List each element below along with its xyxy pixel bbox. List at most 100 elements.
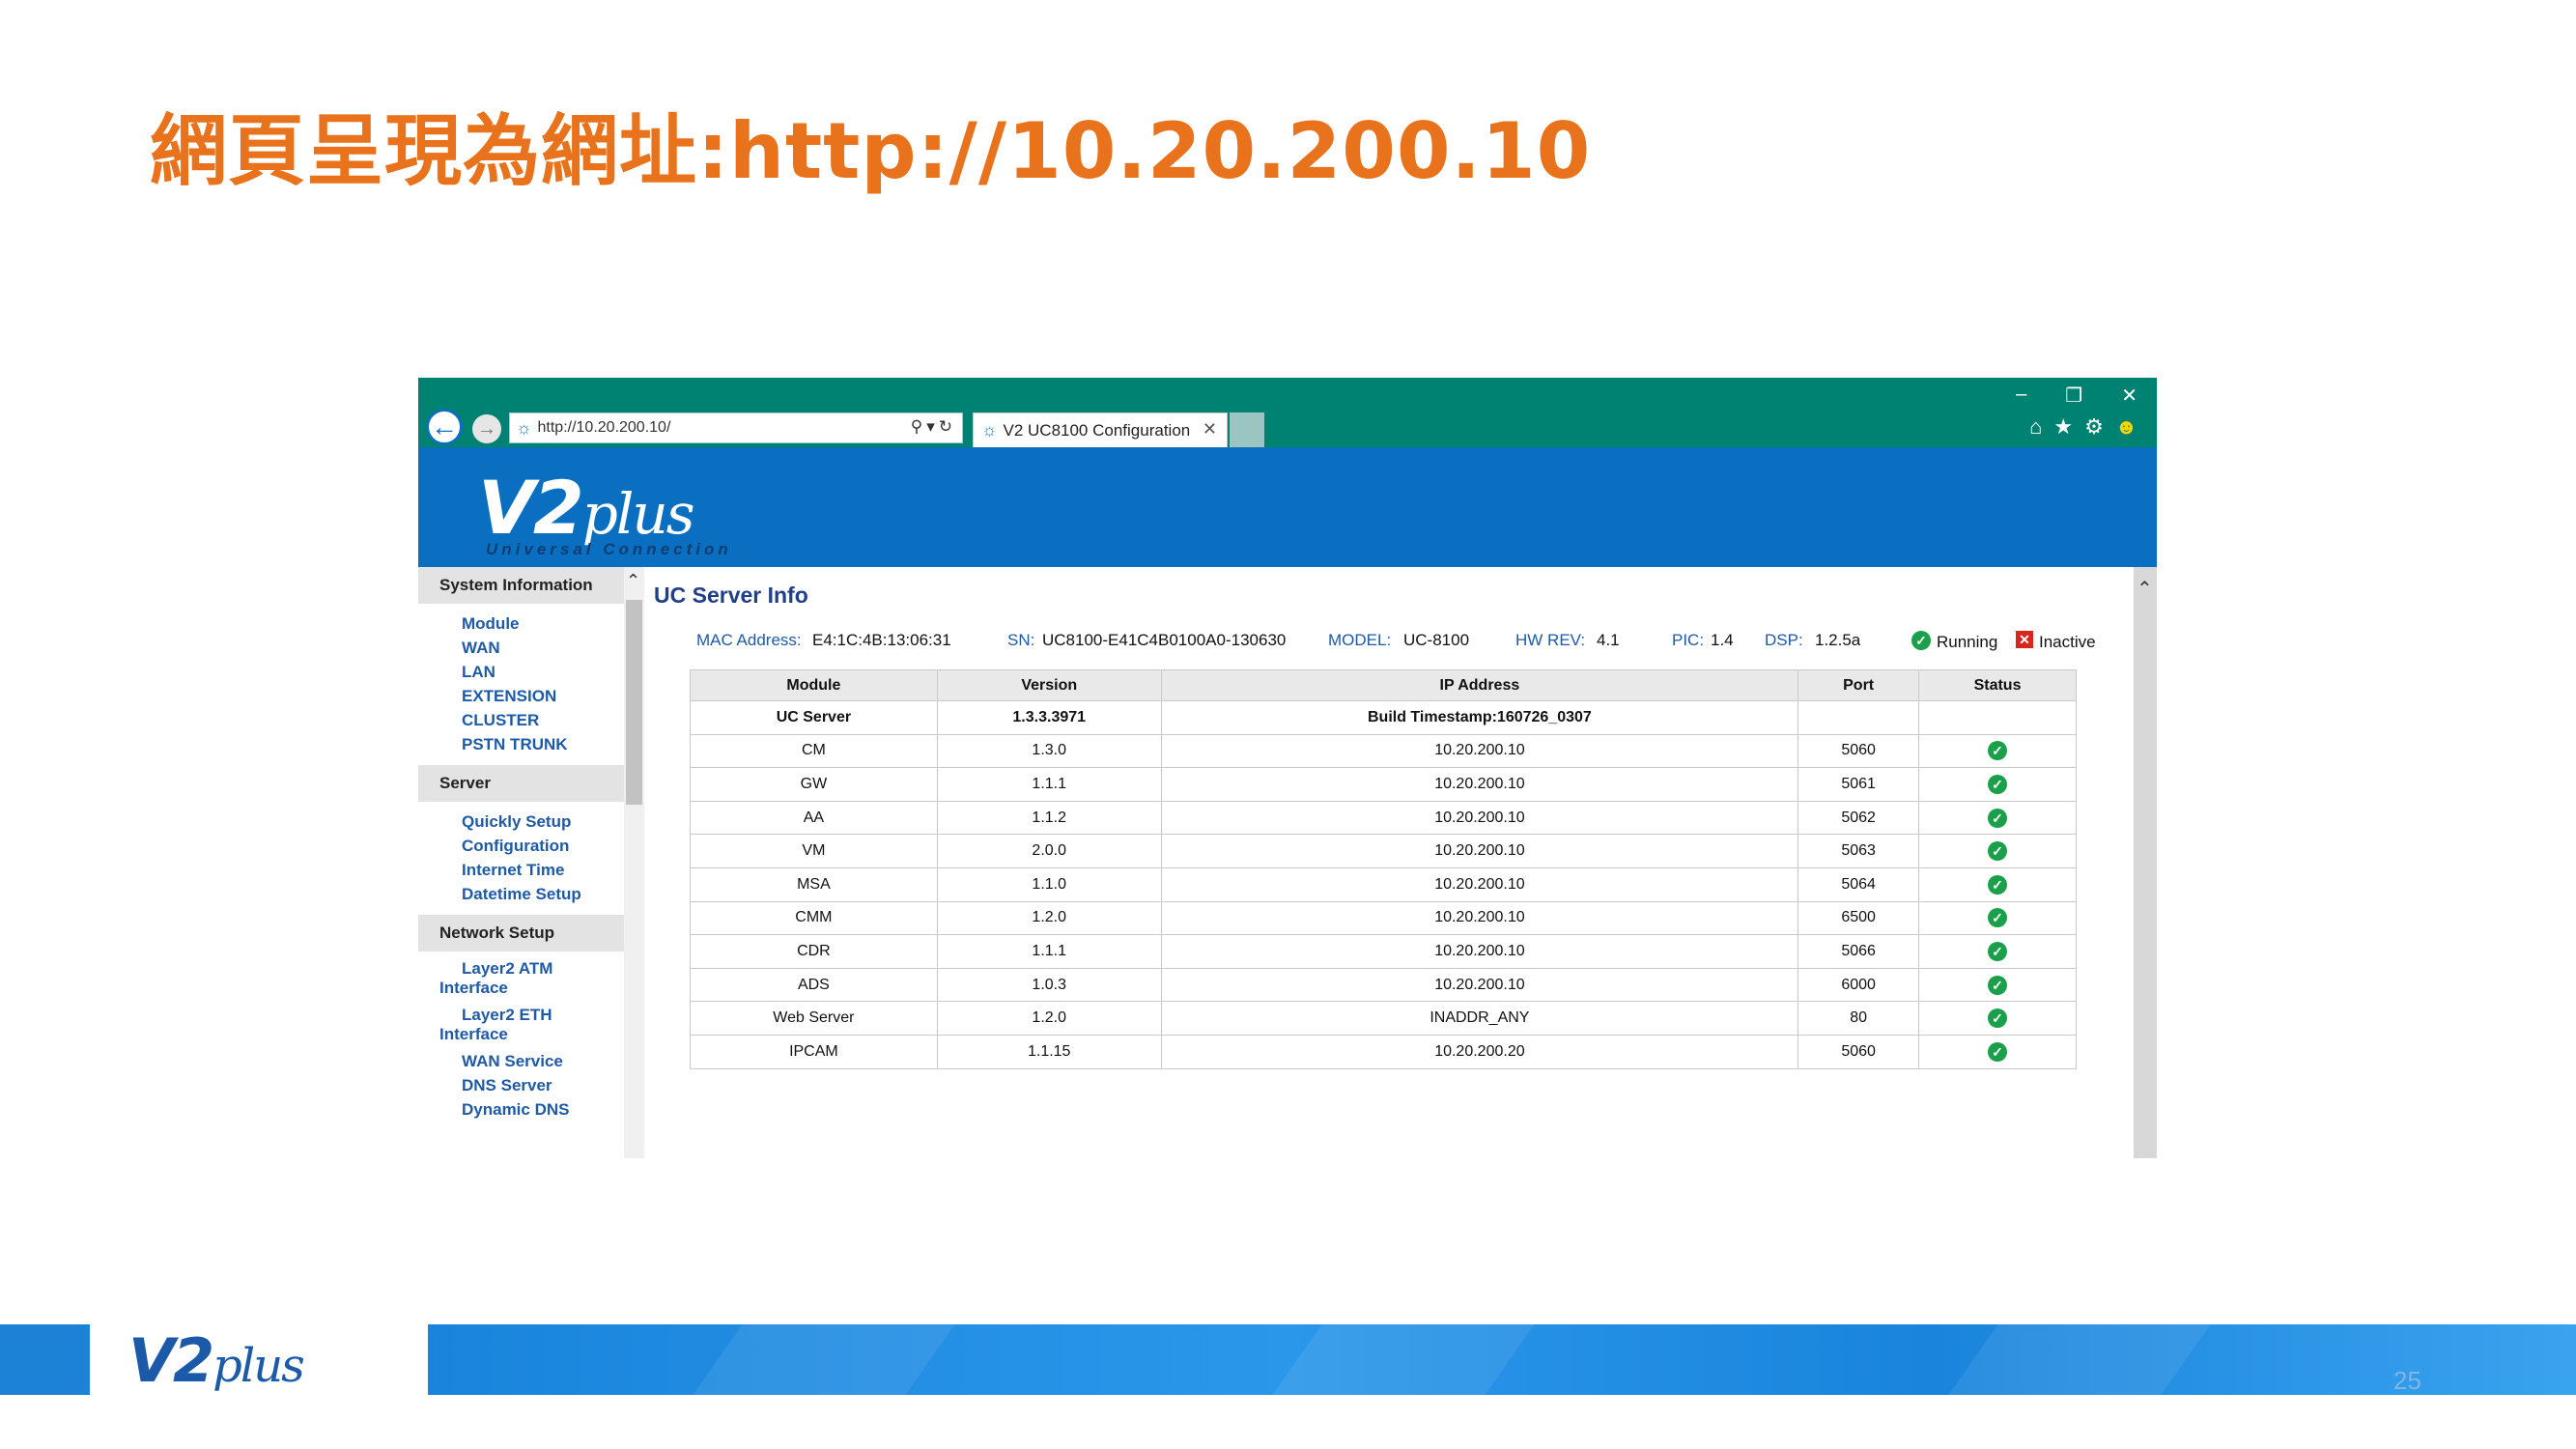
dsp-value: 1.2.5a <box>1815 631 1861 649</box>
cell-status: ✓ <box>1918 767 2077 802</box>
sidebar-item-wan[interactable]: WAN <box>418 639 644 658</box>
cell-module: AA <box>690 800 938 836</box>
sidebar-item-datetime-setup[interactable]: Datetime Setup <box>418 885 644 904</box>
ie-icon: ☼ <box>516 417 532 438</box>
col-status: Status <box>1918 669 2077 701</box>
inactive-x-icon: ✕ <box>2016 631 2033 648</box>
cell-ip: 10.20.200.10 <box>1160 834 1799 868</box>
v2plus-logo: V2plus <box>478 465 694 551</box>
sidebar-item-lan[interactable]: LAN <box>418 663 644 682</box>
main-scroll-up-icon[interactable]: ⌃ <box>2137 577 2153 601</box>
cell-port: 5064 <box>1798 867 1920 902</box>
sidebar-item-module[interactable]: Module <box>418 614 644 634</box>
page-banner: V2plus Universal Connection <box>418 447 2157 567</box>
mac-value: E4:1C:4B:13:06:31 <box>812 631 951 649</box>
cell-module: ADS <box>690 967 938 1003</box>
sidebar-item-cluster[interactable]: CLUSTER <box>418 711 644 730</box>
mac-label: MAC Address: <box>696 631 802 649</box>
back-arrow-icon[interactable]: ← <box>426 409 463 445</box>
sidebar-item-layer2-eth[interactable]: Layer2 ETH Interface <box>418 1006 573 1044</box>
main-content: UC Server Info MAC Address: E4:1C:4B:13:… <box>644 567 2130 1158</box>
cell-port: 5066 <box>1798 934 1920 969</box>
cell-port: 5060 <box>1798 1034 1920 1069</box>
sidebar-item-quickly-setup[interactable]: Quickly Setup <box>418 812 644 832</box>
feedback-icon[interactable]: ☻ <box>2115 414 2137 440</box>
running-status-icon: ✓ <box>1988 841 2008 862</box>
sidebar-item-layer2-atm[interactable]: Layer2 ATM Interface <box>418 959 573 998</box>
sidebar-item-pstn-trunk[interactable]: PSTN TRUNK <box>418 735 644 754</box>
tab-title: V2 UC8100 Configuration <box>1003 420 1191 440</box>
cell-status: ✓ <box>1918 834 2077 868</box>
sidebar-item-internet-time[interactable]: Internet Time <box>418 861 644 880</box>
logo-tagline: Universal Connection <box>486 540 732 558</box>
browser-tab[interactable]: ☼ V2 UC8100 Configuration ✕ <box>973 412 1228 447</box>
cell-port: 5060 <box>1798 733 1920 769</box>
sidebar-scrollbar[interactable]: ⌃ <box>624 567 644 1158</box>
page-number: 25 <box>2393 1366 2421 1395</box>
home-icon[interactable]: ⌂ <box>2029 414 2042 440</box>
hw-value: 4.1 <box>1597 631 1620 649</box>
cell-module: CMM <box>690 900 938 936</box>
footer-decoration <box>693 1324 955 1395</box>
running-status-icon: ✓ <box>1988 941 2008 961</box>
cell-module: VM <box>690 834 938 868</box>
col-module: Module <box>690 669 938 701</box>
dsp-label: DSP: <box>1765 631 1803 649</box>
footer-decoration <box>1272 1324 1535 1395</box>
search-refresh-icons[interactable]: ⚲▾↻ <box>911 417 956 437</box>
cell-ip: 10.20.200.10 <box>1160 934 1799 969</box>
scroll-up-icon[interactable]: ⌃ <box>626 571 640 591</box>
cell-version: 1.2.0 <box>936 1001 1162 1036</box>
table-row: CDR 1.1.1 10.20.200.10 5066 ✓ <box>690 934 2077 969</box>
cell-ip: Build Timestamp:160726_0307 <box>1160 700 1799 735</box>
sidebar-scroll-thumb[interactable] <box>626 600 642 805</box>
cell-version: 1.1.15 <box>936 1034 1162 1069</box>
sidebar-group-network-setup[interactable]: Network Setup <box>418 915 624 952</box>
cell-ip: 10.20.200.10 <box>1160 867 1799 902</box>
cell-ip: 10.20.200.10 <box>1160 767 1799 802</box>
restore-icon[interactable]: ❐ <box>2065 384 2082 408</box>
cell-module: MSA <box>690 867 938 902</box>
running-status-icon: ✓ <box>1988 975 2008 995</box>
sidebar-item-dns-server[interactable]: DNS Server <box>418 1076 644 1095</box>
cell-port: 80 <box>1798 1001 1920 1036</box>
running-label: Running <box>1937 633 1998 651</box>
cell-version: 1.3.3.3971 <box>936 700 1162 735</box>
cell-port: 6500 <box>1798 900 1920 936</box>
table-row: Web Server 1.2.0 INADDR_ANY 80 ✓ <box>690 1001 2077 1036</box>
footer-bar <box>428 1324 2576 1395</box>
sidebar-item-configuration[interactable]: Configuration <box>418 837 644 856</box>
cell-status: ✓ <box>1918 967 2077 1003</box>
minimize-icon[interactable]: – <box>2016 384 2026 408</box>
cell-module: CM <box>690 733 938 769</box>
close-icon[interactable]: ✕ <box>2121 384 2137 408</box>
favorites-icon[interactable]: ★ <box>2053 414 2073 440</box>
col-port: Port <box>1798 669 1920 701</box>
tab-close-icon[interactable]: ✕ <box>1203 419 1217 440</box>
cell-port: 5061 <box>1798 767 1920 802</box>
running-status-icon: ✓ <box>1988 874 2008 895</box>
browser-window: ← → ☼ http://10.20.200.10/ ⚲▾↻ ☼ V2 UC81… <box>418 378 2157 1158</box>
sidebar-item-extension[interactable]: EXTENSION <box>418 687 644 706</box>
sidebar-group-server[interactable]: Server <box>418 765 624 802</box>
settings-icon[interactable]: ⚙ <box>2084 414 2104 440</box>
sidebar-item-dynamic-dns[interactable]: Dynamic DNS <box>418 1100 644 1120</box>
forward-arrow-icon[interactable]: → <box>472 414 501 443</box>
main-scrollbar[interactable]: ⌃ <box>2134 567 2157 1158</box>
slide-title: 網頁呈現為網址:http://10.20.200.10 <box>150 106 1592 196</box>
table-row: MSA 1.1.0 10.20.200.10 5064 ✓ <box>690 867 2077 902</box>
cell-status <box>1918 700 2077 735</box>
new-tab-button[interactable] <box>1230 412 1264 447</box>
model-value: UC-8100 <box>1403 631 1470 649</box>
cell-version: 1.1.2 <box>936 800 1162 836</box>
address-bar[interactable]: ☼ http://10.20.200.10/ ⚲▾↻ <box>509 412 963 443</box>
cell-ip: 10.20.200.10 <box>1160 800 1799 836</box>
running-status-icon: ✓ <box>1988 741 2008 761</box>
cell-port: 5063 <box>1798 834 1920 868</box>
footer-decoration <box>1948 1324 2211 1395</box>
sidebar-group-system-information[interactable]: System Information <box>418 567 624 604</box>
table-row: AA 1.1.2 10.20.200.10 5062 ✓ <box>690 800 2077 836</box>
running-status-icon: ✓ <box>1988 1009 2008 1029</box>
cell-ip: 10.20.200.10 <box>1160 733 1799 769</box>
sidebar-item-wan-service[interactable]: WAN Service <box>418 1052 644 1071</box>
